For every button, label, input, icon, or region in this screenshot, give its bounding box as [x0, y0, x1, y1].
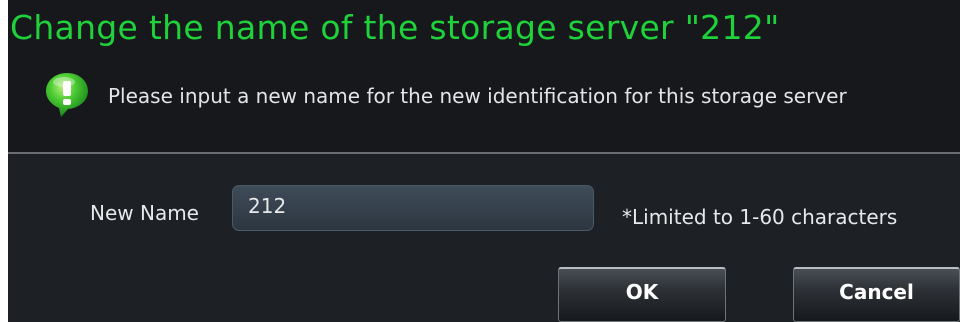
cancel-button[interactable]: Cancel [793, 267, 960, 322]
new-name-label: New Name [90, 201, 199, 225]
dialog-title: Change the name of the storage server "2… [10, 8, 780, 47]
ok-button[interactable]: OK [558, 267, 726, 322]
info-exclamation-icon [46, 73, 88, 117]
rename-storage-server-dialog: Change the name of the storage server "2… [8, 0, 960, 322]
new-name-input[interactable] [232, 185, 594, 231]
dialog-header: Change the name of the storage server "2… [8, 0, 960, 152]
header-divider [8, 152, 960, 154]
character-limit-hint: *Limited to 1-60 characters [622, 205, 898, 229]
dialog-message: Please input a new name for the new iden… [108, 84, 847, 108]
